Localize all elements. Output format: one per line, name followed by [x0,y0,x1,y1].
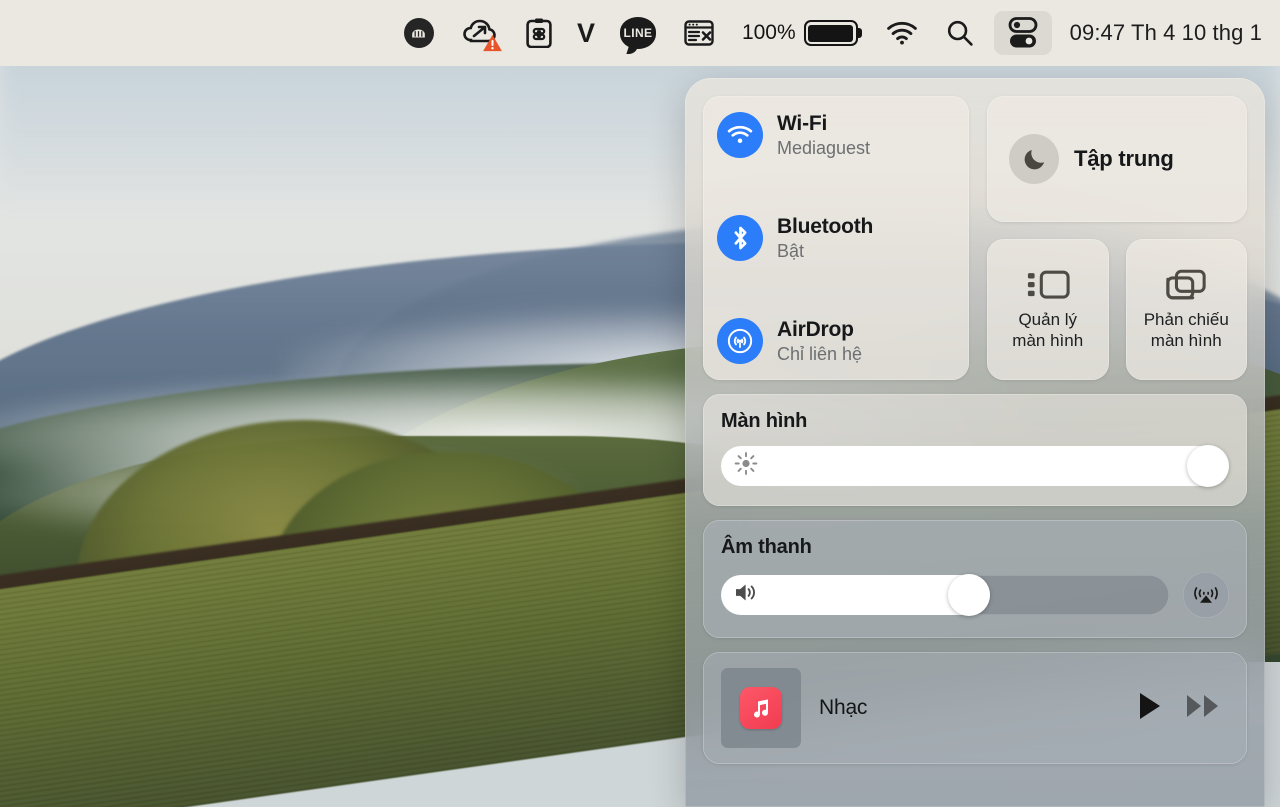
wifi-subtitle: Mediaguest [777,137,871,158]
music-app-icon [740,687,782,729]
music-card: Nhạc [703,652,1247,764]
wifi-title: Wi-Fi [777,112,828,136]
search-icon[interactable] [932,11,988,55]
moon-icon [1009,134,1059,184]
airdrop-control[interactable]: AirDrop Chỉ liên hệ [717,318,955,364]
letter-v-icon[interactable]: V [566,11,606,55]
brightness-slider[interactable] [721,445,1229,487]
letter-v-label: V [576,17,595,48]
play-icon[interactable] [1137,691,1163,726]
airdrop-subtitle: Chỉ liên hệ [777,343,863,364]
stage-manager-label-line2: màn hình [1012,330,1084,350]
screen-mirroring-tile[interactable]: Phản chiếu màn hình [1125,239,1247,380]
screen-mirroring-icon [1166,269,1206,300]
music-title: Nhạc [819,696,868,719]
wifi-icon[interactable] [872,11,932,55]
screen-mirroring-label-line2: màn hình [1150,330,1222,350]
fist-app-icon[interactable] [390,11,448,55]
control-center-icon[interactable] [993,11,1052,55]
album-art [721,668,801,748]
display-title: Màn hình [721,410,808,432]
screen-mirroring-label: Phản chiếu màn hình [1144,310,1229,351]
focus-tile[interactable]: Tập trung [987,96,1247,222]
bluetooth-title: Bluetooth [777,215,874,239]
stage-manager-label-line1: Quản lý [1018,310,1078,330]
display-card: Màn hình [703,394,1247,506]
airdrop-title: AirDrop [777,318,854,342]
volume-slider[interactable] [721,574,1169,616]
line-label: LINE [623,26,653,40]
wifi-control[interactable]: Wi-Fi Mediaguest [717,112,955,158]
window-snippet-icon[interactable] [670,11,728,55]
clipboard-command-icon[interactable] [512,11,566,55]
stage-manager-icon [1027,270,1070,299]
airdrop-icon [717,318,763,364]
line-app-icon[interactable]: LINE [606,11,670,55]
stage-manager-label: Quản lý màn hình [1012,310,1083,351]
connectivity-tile: Wi-Fi Mediaguest Bluetooth Bật AirDrop C… [703,96,969,380]
cloud-sync-warning-icon[interactable] [448,11,512,55]
sound-card: Âm thanh [703,520,1247,638]
focus-label: Tập trung [1074,146,1174,171]
sound-title: Âm thanh [721,536,812,558]
battery-percent-label: 100% [741,21,796,44]
control-center-panel: Wi-Fi Mediaguest Bluetooth Bật AirDrop C… [685,78,1265,807]
bluetooth-control[interactable]: Bluetooth Bật [717,215,955,261]
stage-manager-tile[interactable]: Quản lý màn hình [987,239,1109,380]
battery-icon [803,20,862,46]
airplay-icon[interactable] [1183,572,1229,618]
bluetooth-icon [717,215,763,261]
wifi-icon [717,112,763,158]
fast-forward-icon[interactable] [1185,693,1221,724]
screen-mirroring-label-line1: Phản chiếu [1143,310,1229,330]
menu-bar-clock[interactable]: 09:47 Th 4 10 thg 1 [1058,20,1266,46]
battery-status[interactable]: 100% [728,11,872,55]
desktop-screen: V LINE 100% 09:47 Th 4 10 thg 1 Wi-Fi Me… [0,0,1280,807]
bluetooth-subtitle: Bật [777,240,805,261]
menu-bar: V LINE 100% 09:47 Th 4 10 thg 1 [0,0,1280,66]
